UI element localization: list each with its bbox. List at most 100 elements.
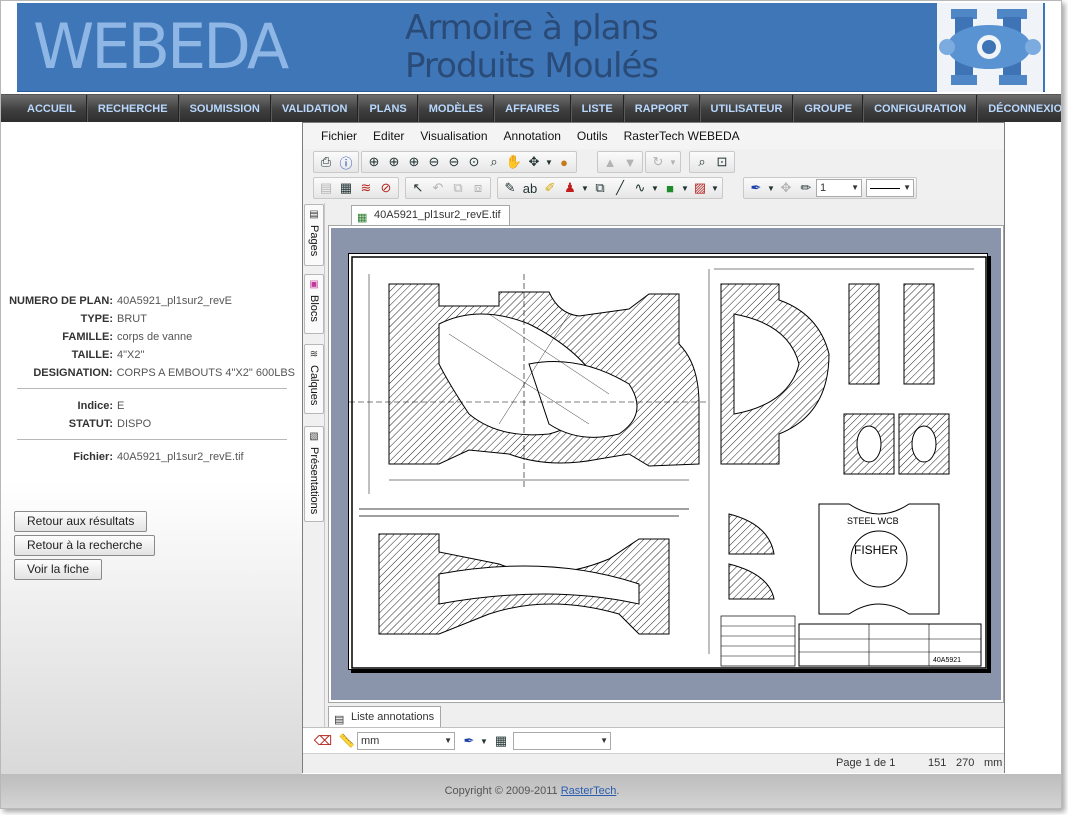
pages-icon: ▤ [309, 209, 319, 220]
pan-hand-icon[interactable]: ✋ [504, 153, 524, 171]
chevron-down-icon[interactable]: ▼ [710, 179, 720, 197]
measure-ruler-icon[interactable]: 📏 [337, 732, 357, 750]
menu-utilisateur[interactable]: UTILISATEUR [699, 95, 794, 123]
footer-period: . [616, 785, 620, 797]
plan-info: NUMERO DE PLAN: 40A5921_pl1sur2_revE TYP… [5, 292, 295, 466]
menu-affaires[interactable]: AFFAIRES [494, 95, 571, 123]
properties-icon[interactable]: ▦ [336, 179, 356, 197]
document-tab[interactable]: ▦ 40A5921_pl1sur2_revE.tif [351, 205, 510, 225]
calendar-icon[interactable]: ▦ [491, 732, 511, 750]
zoom-page-icon[interactable]: ⊙ [464, 153, 484, 171]
presentation-icon: ▧ [309, 431, 319, 442]
cursor-unit: mm [984, 757, 1003, 769]
line-icon[interactable]: ╱ [610, 179, 630, 197]
chevron-down-icon[interactable]: ▼ [479, 732, 489, 750]
info-icon[interactable]: ⓘ [336, 153, 356, 171]
menu-deconnexion[interactable]: DÉCONNEXION [977, 95, 1061, 123]
viewer-menu-visualisation[interactable]: Visualisation [412, 123, 495, 149]
zoom-height-icon[interactable]: ⊖ [444, 153, 464, 171]
chevron-down-icon[interactable]: ▼ [668, 153, 678, 171]
curve-icon[interactable]: ∿ [630, 179, 650, 197]
numero-row: NUMERO DE PLAN: 40A5921_pl1sur2_revE [5, 292, 295, 310]
view-sheet-button[interactable]: Voir la fiche [14, 559, 103, 580]
pen-color-icon[interactable]: ✒ [746, 179, 766, 197]
shape-icon[interactable]: ■ [660, 179, 680, 197]
magnifier-icon[interactable]: ⌕ [692, 153, 712, 171]
chevron-down-icon[interactable]: ▼ [544, 153, 554, 171]
copy-icon[interactable]: ⧉ [448, 179, 468, 197]
tab-pages[interactable]: ▤ Pages [304, 204, 324, 266]
menu-recherche[interactable]: RECHERCHE [86, 95, 179, 123]
zoom-out-icon[interactable]: ⊖ [424, 153, 444, 171]
annotation-style-icon[interactable]: ✒ [459, 732, 479, 750]
undo-icon[interactable]: ↶ [428, 179, 448, 197]
move-icon[interactable]: ✥ [524, 153, 544, 171]
line-width-select[interactable]: 1 ▼ [816, 179, 862, 197]
save-icon[interactable]: ▤ [316, 179, 336, 197]
line-style-preview [870, 187, 900, 189]
tab-blocs[interactable]: ▣ Blocs [304, 274, 324, 334]
chevron-down-icon[interactable]: ▼ [766, 179, 776, 197]
fisher-label: FISHER [854, 543, 898, 557]
select-arrow-icon[interactable]: ↖ [408, 179, 428, 197]
no-annotation-icon[interactable]: ⊘ [376, 179, 396, 197]
zoom-in-icon[interactable]: ⊕ [404, 153, 424, 171]
viewer-menu-fichier[interactable]: Fichier [313, 123, 365, 149]
zoom-group: ⊕ ⊕ ⊕ ⊖ ⊖ ⊙ ⌕ ✋ ✥ ▼ ● [361, 151, 577, 173]
menu-modeles[interactable]: MODÈLES [417, 95, 495, 123]
rotate-icon[interactable]: ↻ [648, 153, 668, 171]
paste-icon[interactable]: ⧈ [468, 179, 488, 197]
menu-rapport[interactable]: RAPPORT [623, 95, 700, 123]
filter-select[interactable]: ▼ [513, 732, 611, 750]
highlighter-icon[interactable]: ✐ [540, 179, 560, 197]
viewer-menu-rastertech[interactable]: RasterTech WEBEDA [616, 123, 748, 149]
document-canvas[interactable]: STEEL WCB FISHER 40A5921 [331, 228, 1001, 700]
line-style-select[interactable]: ▼ [866, 179, 914, 197]
menu-groupe[interactable]: GROUPE [793, 95, 864, 123]
magnifier-view-icon[interactable]: ⊡ [712, 153, 732, 171]
menu-configuration[interactable]: CONFIGURATION [863, 95, 978, 123]
line-width-icon[interactable]: ✏ [796, 179, 816, 197]
technical-drawing[interactable]: STEEL WCB FISHER 40A5921 [348, 253, 988, 670]
menu-accueil[interactable]: ACCUEIL [17, 95, 87, 123]
famille-label: FAMILLE: [62, 331, 113, 343]
delete-annotation-icon[interactable]: ⌫ [313, 732, 333, 750]
back-to-results-button[interactable]: Retour aux résultats [14, 511, 148, 532]
chevron-down-icon[interactable]: ▼ [680, 179, 690, 197]
hatch-icon[interactable]: ▨ [690, 179, 710, 197]
fichier-label: Fichier: [73, 451, 113, 463]
layers-icon[interactable]: ≋ [356, 179, 376, 197]
copyright-text: Copyright © 2009-2011 [444, 785, 558, 797]
measure-icon[interactable]: ✥ [776, 179, 796, 197]
back-to-search-button[interactable]: Retour à la recherche [14, 535, 156, 556]
text-icon[interactable]: ab [520, 179, 540, 197]
tab-calques[interactable]: ≋ Calques [304, 344, 324, 414]
chevron-down-icon[interactable]: ▼ [580, 179, 590, 197]
zoom-window-icon[interactable]: ⌕ [484, 153, 504, 171]
print-icon[interactable]: ⎙ [316, 153, 336, 171]
next-page-icon[interactable]: ▼ [620, 153, 640, 171]
statut-label: STATUT: [68, 418, 113, 430]
type-value: BRUT [117, 313, 147, 325]
eraser-icon[interactable]: ✎ [500, 179, 520, 197]
viewer-menu-annotation[interactable]: Annotation [496, 123, 569, 149]
tab-presentations[interactable]: ▧ Présentations [304, 426, 324, 522]
stamp-icon[interactable]: ♟ [560, 179, 580, 197]
menu-soumission[interactable]: SOUMISSION [178, 95, 271, 123]
unit-select[interactable]: mm ▼ [357, 732, 455, 750]
overlay-icon[interactable]: ⧉ [590, 179, 610, 197]
taille-value: 4"X2" [117, 349, 145, 361]
palette-icon[interactable]: ● [554, 153, 574, 171]
zoom-width-icon[interactable]: ⊕ [384, 153, 404, 171]
menu-liste[interactable]: LISTE [570, 95, 624, 123]
menu-validation[interactable]: VALIDATION [270, 95, 359, 123]
chevron-down-icon[interactable]: ▼ [650, 179, 660, 197]
viewer-menu-outils[interactable]: Outils [569, 123, 616, 149]
viewer-menu-editer[interactable]: Editer [365, 123, 412, 149]
drawing-tools-group: ✎ ab ✐ ♟ ▼ ⧉ ╱ ∿ ▼ ■ ▼ ▨ ▼ [497, 177, 723, 199]
menu-plans[interactable]: PLANS [358, 95, 418, 123]
annotations-list-tab[interactable]: ▤ Liste annotations [328, 706, 442, 727]
previous-page-icon[interactable]: ▲ [600, 153, 620, 171]
zoom-fit-icon[interactable]: ⊕ [364, 153, 384, 171]
rastertech-link[interactable]: RasterTech [561, 785, 617, 797]
